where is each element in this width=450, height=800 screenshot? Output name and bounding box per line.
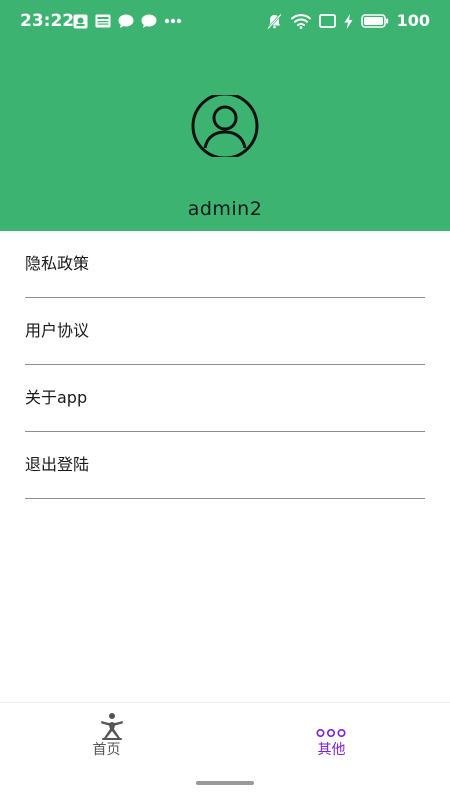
screen-cast-icon	[318, 14, 336, 28]
tab-home-label: 首页	[92, 742, 121, 758]
battery-icon	[360, 14, 388, 28]
tab-home[interactable]: 首页	[0, 703, 225, 771]
user-avatar-icon	[191, 92, 259, 160]
menu-item-logout[interactable]: 退出登陆	[25, 432, 425, 499]
status-bar: 23:22 100	[0, 0, 450, 42]
avatar[interactable]	[189, 92, 261, 160]
profile-screen: 23:22 100 admin2 隐私政策 用户协议 关于app 退出登陆 首页…	[0, 0, 450, 800]
menu-item-about-app[interactable]: 关于app	[25, 365, 425, 432]
battery-percent: 100	[396, 11, 430, 30]
three-circles-icon	[316, 728, 346, 737]
tab-other[interactable]: 其他	[225, 703, 450, 771]
menu-item-user-agreement[interactable]: 用户协议	[25, 298, 425, 365]
home-indicator[interactable]	[196, 781, 254, 785]
more-dots-icon	[164, 18, 182, 24]
menu-item-label: 隐私政策	[25, 254, 90, 273]
charging-bolt-icon	[344, 13, 353, 29]
home-person-icon	[101, 713, 123, 740]
menu-item-label: 用户协议	[25, 321, 90, 340]
status-system-icons: 100	[266, 10, 430, 32]
status-notification-icons	[73, 12, 182, 30]
menu-item-label: 退出登陆	[25, 455, 90, 474]
menu-item-privacy-policy[interactable]: 隐私政策	[25, 231, 425, 298]
profile-header: 23:22 100 admin2	[0, 0, 450, 231]
tab-other-label: 其他	[317, 742, 346, 758]
notification-icon	[73, 14, 88, 28]
username: admin2	[187, 198, 263, 220]
bottom-tab-bar: 首页 其他	[0, 702, 450, 771]
wifi-icon	[290, 14, 311, 29]
status-time: 23:22	[20, 11, 75, 31]
settings-menu: 隐私政策 用户协议 关于app 退出登陆	[25, 231, 425, 499]
chat-bubble-icon	[141, 14, 157, 28]
chat-bubble-icon	[118, 14, 134, 28]
news-icon	[95, 14, 111, 28]
mute-bell-icon	[266, 13, 282, 29]
menu-item-label: 关于app	[25, 388, 88, 407]
